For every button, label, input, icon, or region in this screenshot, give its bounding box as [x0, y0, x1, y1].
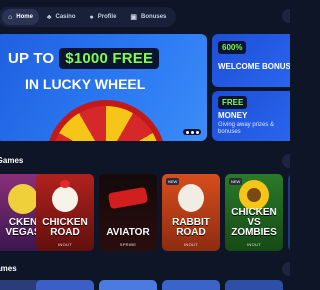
- game-card[interactable]: CHICKEN ROAD INOUT: [36, 174, 94, 251]
- nav-home-label: Home: [16, 14, 33, 20]
- game-name: CHICKEN ROAD: [42, 217, 88, 238]
- new-badge: NEW: [166, 178, 180, 185]
- nav-extra-button[interactable]: [282, 9, 290, 23]
- game-maker: SPRIBE: [119, 242, 137, 247]
- nav-casino-label: Casino: [55, 14, 76, 20]
- promo-badge: 600%: [218, 41, 247, 54]
- game-maker: INOUT: [184, 242, 198, 247]
- nav-bonuses[interactable]: ▣ Bonuses: [124, 9, 172, 25]
- game-card[interactable]: [288, 174, 290, 251]
- casino-icon: ♣: [46, 13, 52, 21]
- game-name: RABBIT ROAD: [172, 217, 210, 238]
- promo-badge: FREE: [218, 96, 248, 109]
- nav-bonuses-label: Bonuses: [141, 14, 167, 20]
- game-card[interactable]: [99, 280, 157, 290]
- nav-profile[interactable]: ● Profile: [84, 9, 123, 25]
- game-card[interactable]: NEW RABBIT ROAD INOUT: [162, 174, 220, 251]
- section-next-button[interactable]: [282, 262, 290, 276]
- promo-title: MONEY: [218, 111, 248, 120]
- game-name: CHICKEN VS ZOMBIES: [231, 207, 277, 238]
- game-maker: INOUT: [247, 242, 261, 247]
- lucky-wheel-banner[interactable]: UP TO $1000 FREE IN LUCKY WHEEL: [0, 34, 207, 141]
- game-card[interactable]: [36, 280, 94, 290]
- lucky-wheel-image: [46, 100, 166, 141]
- gift-icon: ▣: [130, 13, 138, 21]
- game-card[interactable]: [162, 280, 220, 290]
- game-card[interactable]: NEW CHICKEN VS ZOMBIES INOUT: [225, 174, 283, 251]
- promo-subtitle: Giving away prizes & bonuses: [218, 122, 275, 135]
- pagination-dot[interactable]: [185, 130, 189, 134]
- home-icon: ⌂: [8, 13, 13, 21]
- hero-headline: UP TO $1000 FREE: [8, 48, 160, 69]
- hero-prefix: UP TO: [8, 50, 55, 67]
- game-maker: INOUT: [58, 242, 72, 247]
- game-art: [52, 186, 78, 212]
- new-badge: NEW: [229, 178, 243, 185]
- top-nav: ⌂ Home ♣ Casino ● Profile ▣ Bonuses: [0, 7, 177, 27]
- section-title: k Games: [0, 156, 24, 165]
- pagination-dot[interactable]: [190, 130, 194, 134]
- free-money-promo[interactable]: FREE MONEY Giving away prizes & bonuses: [212, 91, 290, 141]
- game-art: [60, 180, 70, 188]
- promo-title: WELCOME BONUS: [218, 62, 290, 71]
- game-art: [247, 188, 261, 202]
- nav-home[interactable]: ⌂ Home: [2, 9, 39, 25]
- nav-profile-label: Profile: [97, 14, 117, 20]
- game-card[interactable]: [225, 280, 283, 290]
- section-next-button[interactable]: [282, 154, 290, 168]
- section-title: Games: [0, 264, 17, 273]
- game-name: AVIATOR: [106, 227, 150, 238]
- welcome-bonus-promo[interactable]: 600% WELCOME BONUS: [212, 34, 290, 87]
- hero-subheadline: IN LUCKY WHEEL: [25, 76, 146, 92]
- game-art: [178, 184, 204, 212]
- profile-icon: ●: [89, 13, 94, 21]
- game-art: [107, 186, 149, 210]
- banner-pagination[interactable]: [183, 129, 201, 135]
- casino-home-page: ⌂ Home ♣ Casino ● Profile ▣ Bonuses UP T…: [0, 0, 290, 290]
- nav-casino[interactable]: ♣ Casino: [41, 9, 82, 25]
- pagination-dot[interactable]: [195, 130, 199, 134]
- game-art: [8, 184, 38, 214]
- hero-amount: $1000 FREE: [59, 48, 160, 69]
- game-card[interactable]: AVIATOR SPRIBE: [99, 174, 157, 251]
